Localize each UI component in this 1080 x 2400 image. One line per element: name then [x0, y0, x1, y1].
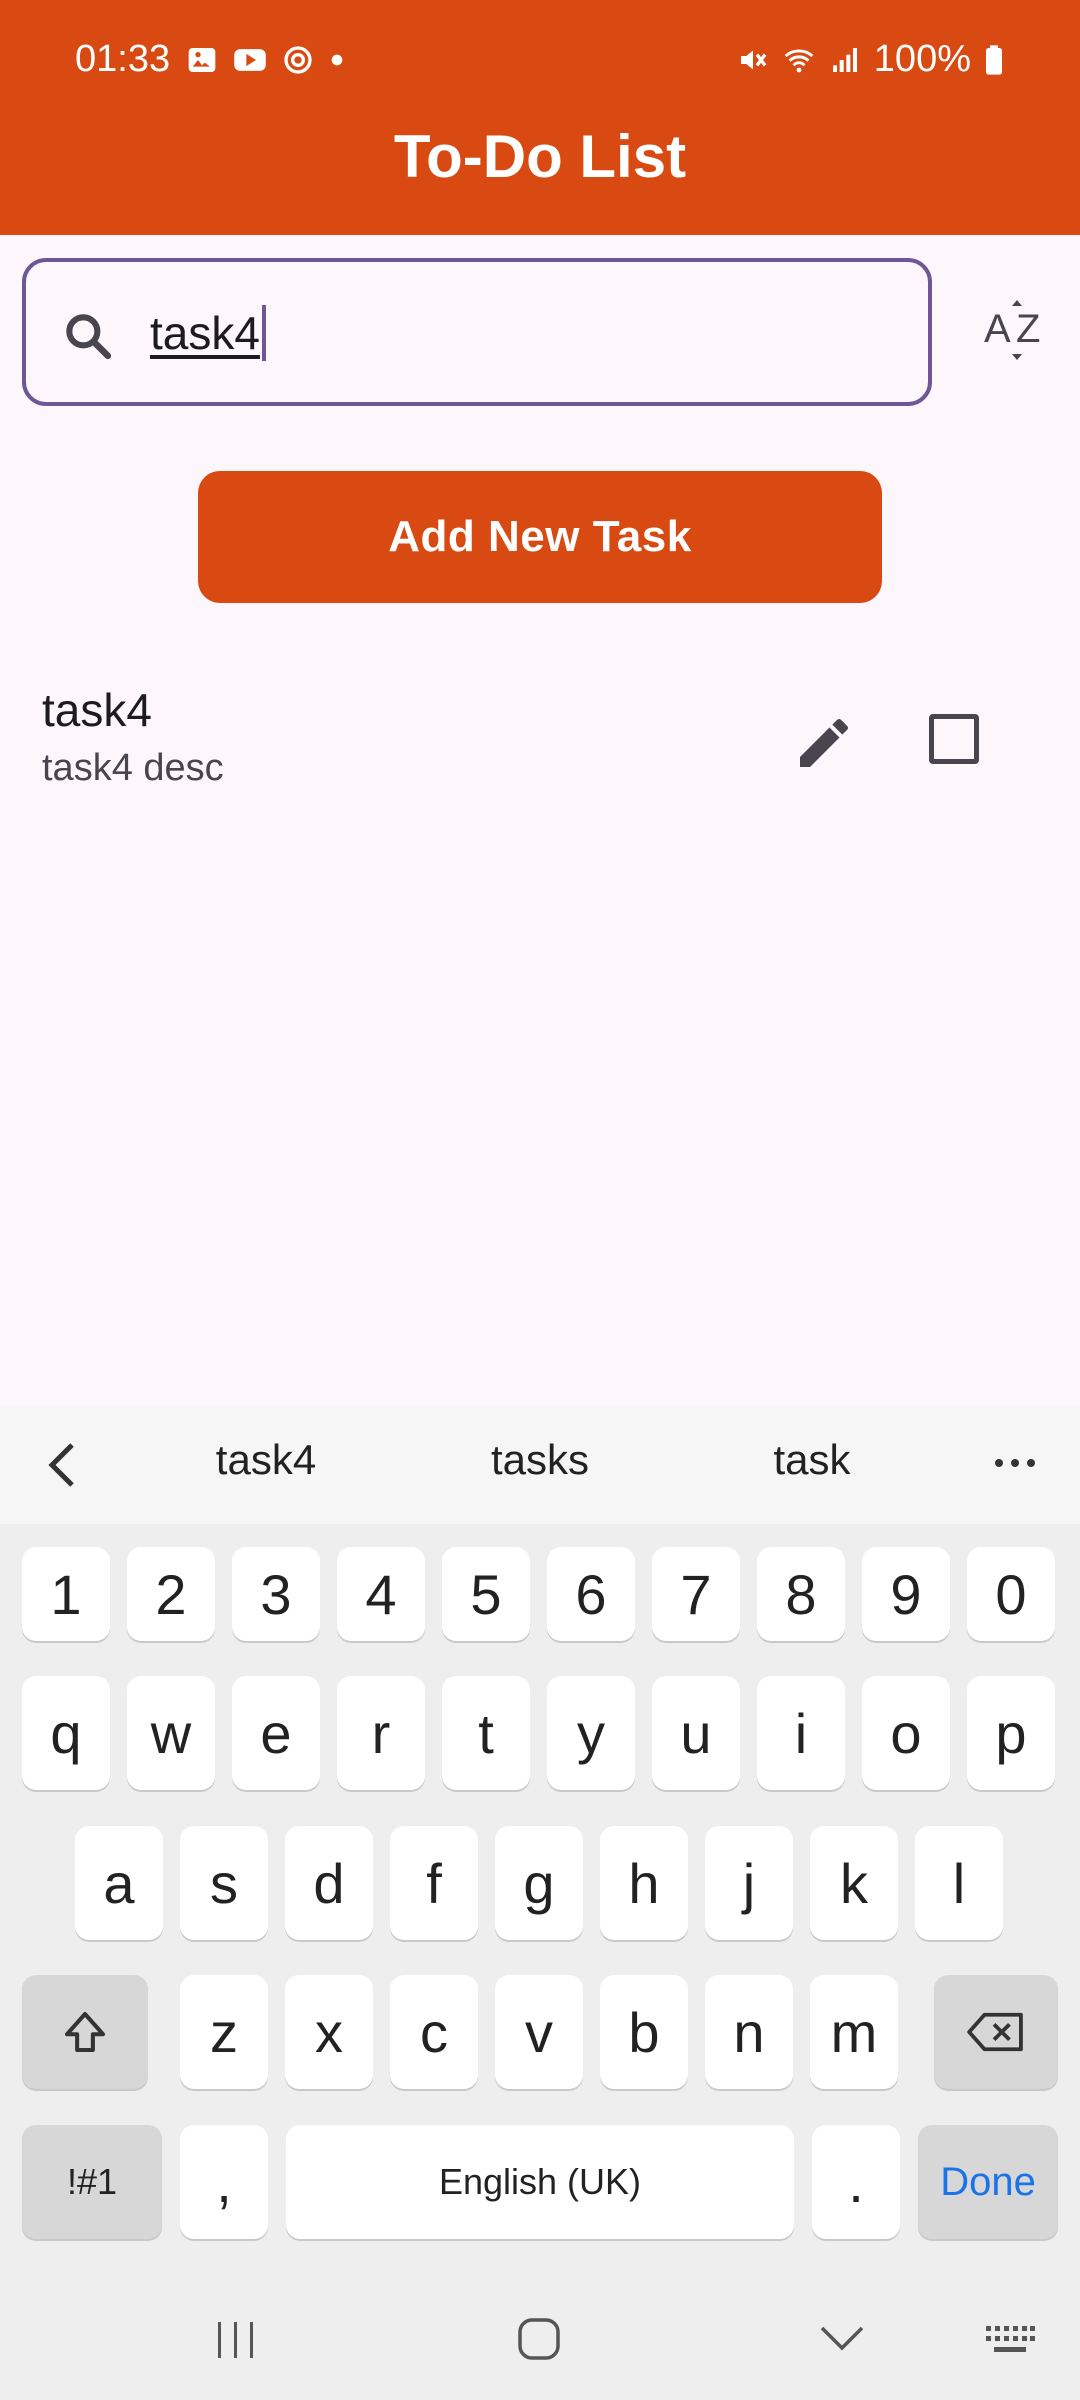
suggestion-1[interactable]: task4: [136, 1436, 396, 1484]
search-icon: [66, 314, 112, 360]
key-m[interactable]: m: [810, 1975, 898, 2089]
add-new-task-button[interactable]: Add New Task: [198, 471, 882, 603]
mute-icon: [740, 50, 767, 69]
period-key[interactable]: .: [812, 2125, 900, 2239]
key-d[interactable]: d: [285, 1826, 373, 1940]
shift-key[interactable]: [22, 1975, 148, 2089]
key-r[interactable]: r: [337, 1676, 425, 1790]
key-5[interactable]: 5: [442, 1547, 530, 1641]
svg-text:Z: Z: [1016, 307, 1040, 351]
key-p[interactable]: p: [967, 1676, 1055, 1790]
battery-icon: [986, 44, 1002, 75]
key-a[interactable]: a: [75, 1826, 163, 1940]
gallery-icon: [188, 48, 216, 72]
more-icon[interactable]: [990, 1448, 1040, 1478]
text-caret: [261, 304, 266, 361]
key-k[interactable]: k: [810, 1826, 898, 1940]
sort-az-icon: A Z: [984, 300, 1040, 360]
space-key[interactable]: English (UK): [286, 2125, 794, 2239]
task-title: task4: [42, 684, 152, 736]
home-icon[interactable]: [516, 2316, 562, 2362]
shift-icon: [64, 2011, 106, 2053]
key-c[interactable]: c: [390, 1975, 478, 2089]
sort-button[interactable]: A Z: [982, 296, 1052, 368]
key-j[interactable]: j: [705, 1826, 793, 1940]
key-1[interactable]: 1: [22, 1547, 110, 1641]
edit-task-button[interactable]: [792, 711, 856, 775]
search-value[interactable]: task4: [150, 304, 266, 365]
key-7[interactable]: 7: [652, 1547, 740, 1641]
comma-key[interactable]: ,: [180, 2125, 268, 2239]
key-n[interactable]: n: [705, 1975, 793, 2089]
task-checkbox[interactable]: [929, 714, 979, 764]
key-f[interactable]: f: [390, 1826, 478, 1940]
key-v[interactable]: v: [495, 1975, 583, 2089]
list-item[interactable]: task4 task4 desc: [0, 665, 1080, 815]
symbols-key[interactable]: !#1: [22, 2125, 162, 2239]
key-x[interactable]: x: [285, 1975, 373, 2089]
chevron-down-icon[interactable]: [818, 2324, 866, 2354]
dot-icon: [331, 54, 343, 66]
key-4[interactable]: 4: [337, 1547, 425, 1641]
battery-percent: 100%: [873, 38, 971, 80]
key-s[interactable]: s: [180, 1826, 268, 1940]
status-bar: 01:33 100%: [0, 0, 1080, 120]
navigation-bar: [0, 2280, 1080, 2400]
suggestion-bar: task4 tasks task: [0, 1406, 1080, 1524]
key-6[interactable]: 6: [547, 1547, 635, 1641]
key-q[interactable]: q: [22, 1676, 110, 1790]
key-3[interactable]: 3: [232, 1547, 320, 1641]
keyboard: task4 tasks task 1234567890 qwertyuiop asd…: [0, 1406, 1080, 2400]
status-time: 01:33: [75, 38, 171, 80]
task-description: task4 desc: [42, 747, 224, 789]
key-e[interactable]: e: [232, 1676, 320, 1790]
signal-icon: [832, 47, 857, 72]
suggestion-2[interactable]: tasks: [410, 1436, 670, 1484]
backspace-icon: [967, 2012, 1023, 2052]
sync-icon: [284, 46, 312, 74]
suggestion-3[interactable]: task: [682, 1436, 942, 1484]
key-9[interactable]: 9: [862, 1547, 950, 1641]
wifi-icon: [784, 48, 814, 72]
backspace-key[interactable]: [934, 1975, 1058, 2089]
pencil-icon: [800, 718, 849, 767]
key-8[interactable]: 8: [757, 1547, 845, 1641]
key-l[interactable]: l: [915, 1826, 1003, 1940]
youtube-icon: [234, 49, 266, 71]
done-key[interactable]: Done: [918, 2125, 1058, 2239]
key-h[interactable]: h: [600, 1826, 688, 1940]
key-0[interactable]: 0: [967, 1547, 1055, 1641]
key-z[interactable]: z: [180, 1975, 268, 2089]
key-t[interactable]: t: [442, 1676, 530, 1790]
key-o[interactable]: o: [862, 1676, 950, 1790]
key-b[interactable]: b: [600, 1975, 688, 2089]
keyboard-icon[interactable]: [984, 2324, 1036, 2356]
recent-apps-icon[interactable]: [212, 2318, 260, 2362]
key-w[interactable]: w: [127, 1676, 215, 1790]
chevron-left-icon[interactable]: [42, 1440, 82, 1490]
key-i[interactable]: i: [757, 1676, 845, 1790]
page-title: To-Do List: [393, 123, 687, 190]
svg-text:A: A: [984, 307, 1011, 351]
key-2[interactable]: 2: [127, 1547, 215, 1641]
search-input[interactable]: task4: [22, 258, 932, 406]
key-y[interactable]: y: [547, 1676, 635, 1790]
key-u[interactable]: u: [652, 1676, 740, 1790]
key-g[interactable]: g: [495, 1826, 583, 1940]
app-bar: 01:33 100% To-Do List: [0, 0, 1080, 235]
